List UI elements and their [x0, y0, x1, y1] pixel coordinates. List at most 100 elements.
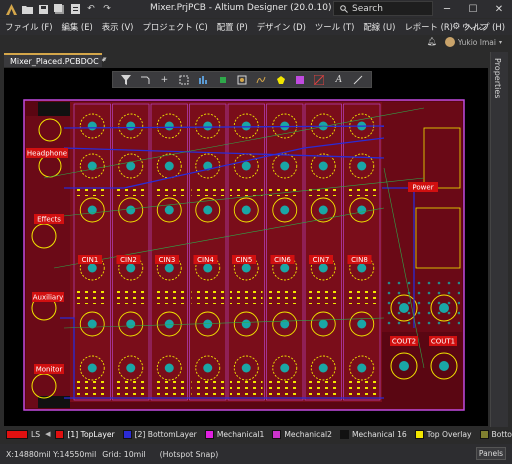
smd-pad-row — [114, 290, 147, 304]
layer-nav-icon[interactable]: ◀ — [45, 430, 50, 438]
menu-help[interactable]: ヘルプ (H) — [464, 21, 505, 33]
route-icon[interactable] — [139, 73, 152, 86]
layer-tab[interactable]: Mechanical2 — [272, 429, 332, 439]
polygon-icon[interactable] — [274, 73, 287, 86]
potentiometer-pad — [203, 263, 213, 273]
menu-file[interactable]: ファイル (F) — [5, 21, 53, 33]
layer-tab-label: Bottom — [491, 429, 512, 439]
effects-label: Effects — [37, 216, 61, 224]
component-icon[interactable] — [216, 73, 229, 86]
notification-bell-icon[interactable]: 🔔︎ — [427, 37, 437, 46]
menu-reports[interactable]: レポート (R) — [404, 21, 453, 33]
smd-pad-row — [307, 290, 340, 304]
minimize-button[interactable]: ─ — [434, 0, 460, 18]
layer-tab[interactable]: Mechanical 16 — [339, 429, 407, 439]
open-document-icon[interactable] — [69, 3, 81, 15]
layer-color-swatch — [204, 429, 214, 439]
user-name[interactable]: Yukio Imai — [458, 38, 496, 47]
settings-gear-icon[interactable]: ⚙ — [452, 22, 460, 32]
channel-label: CIN8 — [351, 256, 368, 264]
potentiometer-pad — [203, 363, 213, 373]
potentiometer-pad — [164, 205, 174, 215]
properties-panel-label[interactable]: Properties — [493, 58, 502, 98]
headphone-label: Headphone — [27, 150, 67, 158]
smd-pad-row — [268, 186, 301, 196]
layer-tab[interactable]: Top Overlay — [414, 429, 472, 439]
menu-edit[interactable]: 編集 (E) — [62, 21, 93, 33]
potentiometer-pad — [241, 205, 251, 215]
drc-marker-icon[interactable] — [294, 73, 307, 86]
smd-pad-row — [307, 380, 340, 396]
select-rect-icon[interactable] — [177, 73, 190, 86]
potentiometer-pad — [241, 319, 251, 329]
menu-view[interactable]: 表示 (V) — [102, 21, 134, 33]
undo-icon[interactable]: ↶ — [85, 3, 97, 15]
layer-color-swatch — [414, 429, 424, 439]
interactive-route-icon[interactable] — [255, 73, 268, 86]
potentiometer-pad — [126, 121, 136, 131]
potentiometer-pad — [126, 319, 136, 329]
save-icon[interactable] — [37, 3, 49, 15]
document-tab[interactable]: Mixer_Placed.PCBDOC * — [4, 53, 106, 67]
potentiometer-pad — [203, 121, 213, 131]
menu-design[interactable]: デザイン (D) — [257, 21, 306, 33]
redo-icon[interactable]: ↷ — [101, 3, 113, 15]
layer-tab[interactable]: [1] TopLayer — [55, 429, 115, 439]
avatar[interactable] — [444, 37, 455, 47]
pcb-canvas[interactable]: CIN1 CIN2 CIN3 CIN4 CIN5 CIN6 CIN7 CIN8 Headphon… — [4, 68, 488, 426]
layer-color-swatch — [55, 429, 65, 439]
layer-color-swatch — [122, 429, 132, 439]
menu-place[interactable]: 配置 (P) — [217, 21, 248, 33]
save-all-icon[interactable] — [53, 3, 65, 15]
properties-panel[interactable] — [490, 52, 508, 427]
smd-pad-row — [153, 186, 186, 196]
smd-pad-row — [76, 290, 109, 304]
potentiometer-pad — [357, 205, 367, 215]
layer-set-selector[interactable]: LS — [6, 429, 40, 439]
menu-route[interactable]: 配線 (U) — [363, 21, 395, 33]
layer-tab[interactable]: Bottom — [479, 429, 512, 439]
monitor-label: Monitor — [36, 366, 63, 374]
line-icon[interactable] — [352, 73, 365, 86]
dimension-icon[interactable] — [313, 73, 326, 86]
cross-icon[interactable]: + — [158, 73, 171, 86]
tab-dropdown-icon[interactable]: ▾ — [103, 55, 107, 63]
document-tab-label: Mixer_Placed.PCBDOC — [10, 56, 99, 66]
potentiometer-pad — [164, 161, 174, 171]
cout-pad — [439, 303, 449, 313]
power-label: Power — [412, 184, 433, 192]
potentiometer-pad — [87, 363, 97, 373]
folder-icon[interactable] — [21, 3, 33, 15]
altium-logo-icon[interactable] — [5, 3, 17, 15]
layer-tab-label: [1] TopLayer — [67, 429, 115, 439]
menu-bar: ファイル (F) 編集 (E) 表示 (V) プロジェクト (C) 配置 (P)… — [0, 19, 512, 35]
maximize-button[interactable]: ☐ — [460, 0, 486, 18]
search-input[interactable]: Search — [333, 1, 433, 16]
connector-block — [38, 102, 70, 116]
smd-pad-row — [191, 186, 224, 196]
smd-pad-row — [268, 380, 301, 396]
potentiometer-pad — [357, 363, 367, 373]
align-icon[interactable] — [197, 73, 210, 86]
status-bar: X:14880mil Y:14550mil Grid: 10mil (Hotsp… — [0, 444, 512, 464]
text-icon[interactable]: A — [332, 73, 345, 86]
potentiometer-pad — [126, 205, 136, 215]
chevron-down-icon[interactable]: ▾ — [499, 39, 502, 46]
layer-tab-label: Mechanical1 — [216, 429, 265, 439]
channel-label: CIN4 — [197, 256, 214, 264]
close-button[interactable]: ✕ — [486, 0, 512, 18]
smd-pad-row — [345, 186, 378, 196]
pad-icon[interactable] — [235, 73, 248, 86]
panels-button[interactable]: Panels — [476, 447, 506, 460]
menu-tools[interactable]: ツール (T) — [315, 21, 354, 33]
layer-tab[interactable]: [2] BottomLayer — [122, 429, 197, 439]
menu-project[interactable]: プロジェクト (C) — [142, 21, 207, 33]
pcb-board-view[interactable]: CIN1 CIN2 CIN3 CIN4 CIN5 CIN6 CIN7 CIN8 Headphon… — [4, 68, 488, 426]
filter-icon[interactable] — [119, 73, 132, 86]
cout-pad — [439, 361, 449, 371]
potentiometer-pad — [164, 263, 174, 273]
potentiometer-pad — [357, 263, 367, 273]
layer-tab[interactable]: Mechanical1 — [204, 429, 265, 439]
layer-color-swatch — [339, 429, 349, 439]
potentiometer-pad — [241, 263, 251, 273]
